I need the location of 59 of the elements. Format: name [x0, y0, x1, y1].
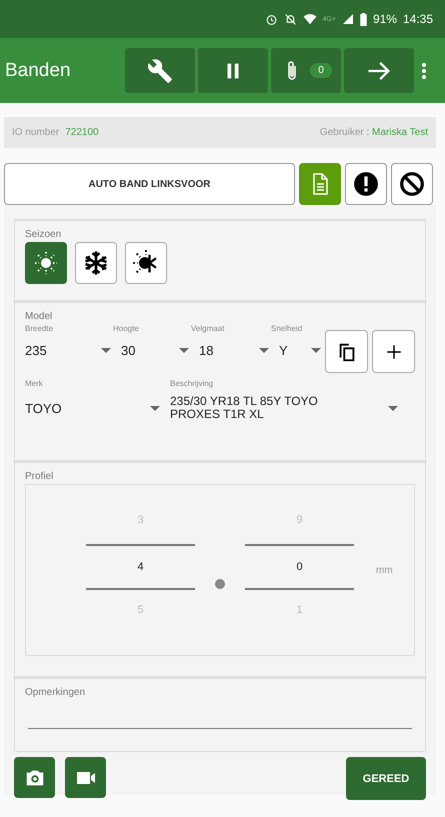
number-picker[interactable]: 0	[245, 544, 354, 590]
sun-icon	[34, 251, 58, 275]
section-label: Model	[25, 311, 54, 322]
section-label: Profiel	[25, 471, 54, 482]
decimal-point	[215, 579, 225, 589]
dropdown-arrow-icon	[101, 348, 111, 352]
alert-button[interactable]	[345, 163, 387, 205]
signal-icon	[342, 13, 354, 25]
dropdown[interactable]: Y	[271, 333, 323, 367]
dropdown-arrow-icon	[179, 348, 189, 352]
field-label: Merk	[25, 379, 44, 388]
dropdown-arrow-icon	[150, 406, 160, 410]
dropdown[interactable]: TOYO	[25, 388, 170, 428]
wrench-button[interactable]	[125, 48, 195, 93]
dropdown-arrow-icon	[311, 348, 321, 352]
block-button[interactable]	[391, 163, 433, 205]
screen-title: Banden	[5, 60, 72, 82]
attachments-button[interactable]: 0	[271, 48, 341, 93]
dropdown[interactable]: 235/30 YR18 TL 85Y TOYO PROXES T1R XL	[170, 388, 406, 428]
tire-position-button[interactable]: AUTO BAND LINKSVOOR	[4, 163, 295, 205]
field-label: Breedte	[25, 324, 54, 333]
copy-button[interactable]	[325, 330, 368, 373]
section-label: Seizoen	[25, 229, 62, 240]
user-name: Gebruiker : Mariska Test	[320, 127, 428, 138]
done-button[interactable]: GEREED	[346, 757, 426, 800]
video-button[interactable]	[65, 757, 106, 798]
add-button[interactable]	[372, 330, 415, 373]
alarm-icon	[264, 12, 278, 26]
count-badge: 0	[310, 63, 332, 78]
battery-level: 91%	[372, 12, 397, 26]
wifi-icon	[302, 12, 316, 26]
wrench-icon	[147, 58, 173, 84]
pause-button[interactable]	[198, 48, 268, 93]
muted-bell-icon	[284, 12, 296, 26]
dropdown-arrow-icon	[259, 348, 269, 352]
season-button[interactable]	[125, 242, 167, 284]
dropdown-arrow-icon	[388, 406, 398, 410]
camera-button[interactable]	[14, 757, 55, 798]
dropdown[interactable]: 18	[191, 333, 271, 367]
season-button[interactable]	[25, 242, 67, 284]
dropdown[interactable]: 30	[113, 333, 191, 367]
block-icon	[399, 171, 425, 197]
clock: 14:35	[402, 12, 433, 26]
dropdown[interactable]: 235	[25, 333, 113, 367]
snowflake-icon	[82, 249, 110, 277]
season-button[interactable]	[75, 242, 117, 284]
alert-icon	[353, 171, 379, 197]
field-label: Snelheid	[271, 324, 304, 333]
field-label: Hoogte	[113, 324, 140, 333]
field-label: Beschrijving	[170, 379, 214, 388]
io-number: IO number 722100	[12, 127, 99, 138]
unit-label: mm	[376, 564, 393, 576]
section-label: Opmerkingen	[25, 687, 86, 698]
field-label: Velgmaat	[191, 324, 226, 333]
next-button[interactable]	[344, 48, 414, 93]
more-menu-icon[interactable]	[422, 62, 426, 78]
number-picker[interactable]: 4	[86, 544, 195, 590]
plus-icon	[384, 342, 402, 360]
battery-icon	[360, 12, 367, 26]
